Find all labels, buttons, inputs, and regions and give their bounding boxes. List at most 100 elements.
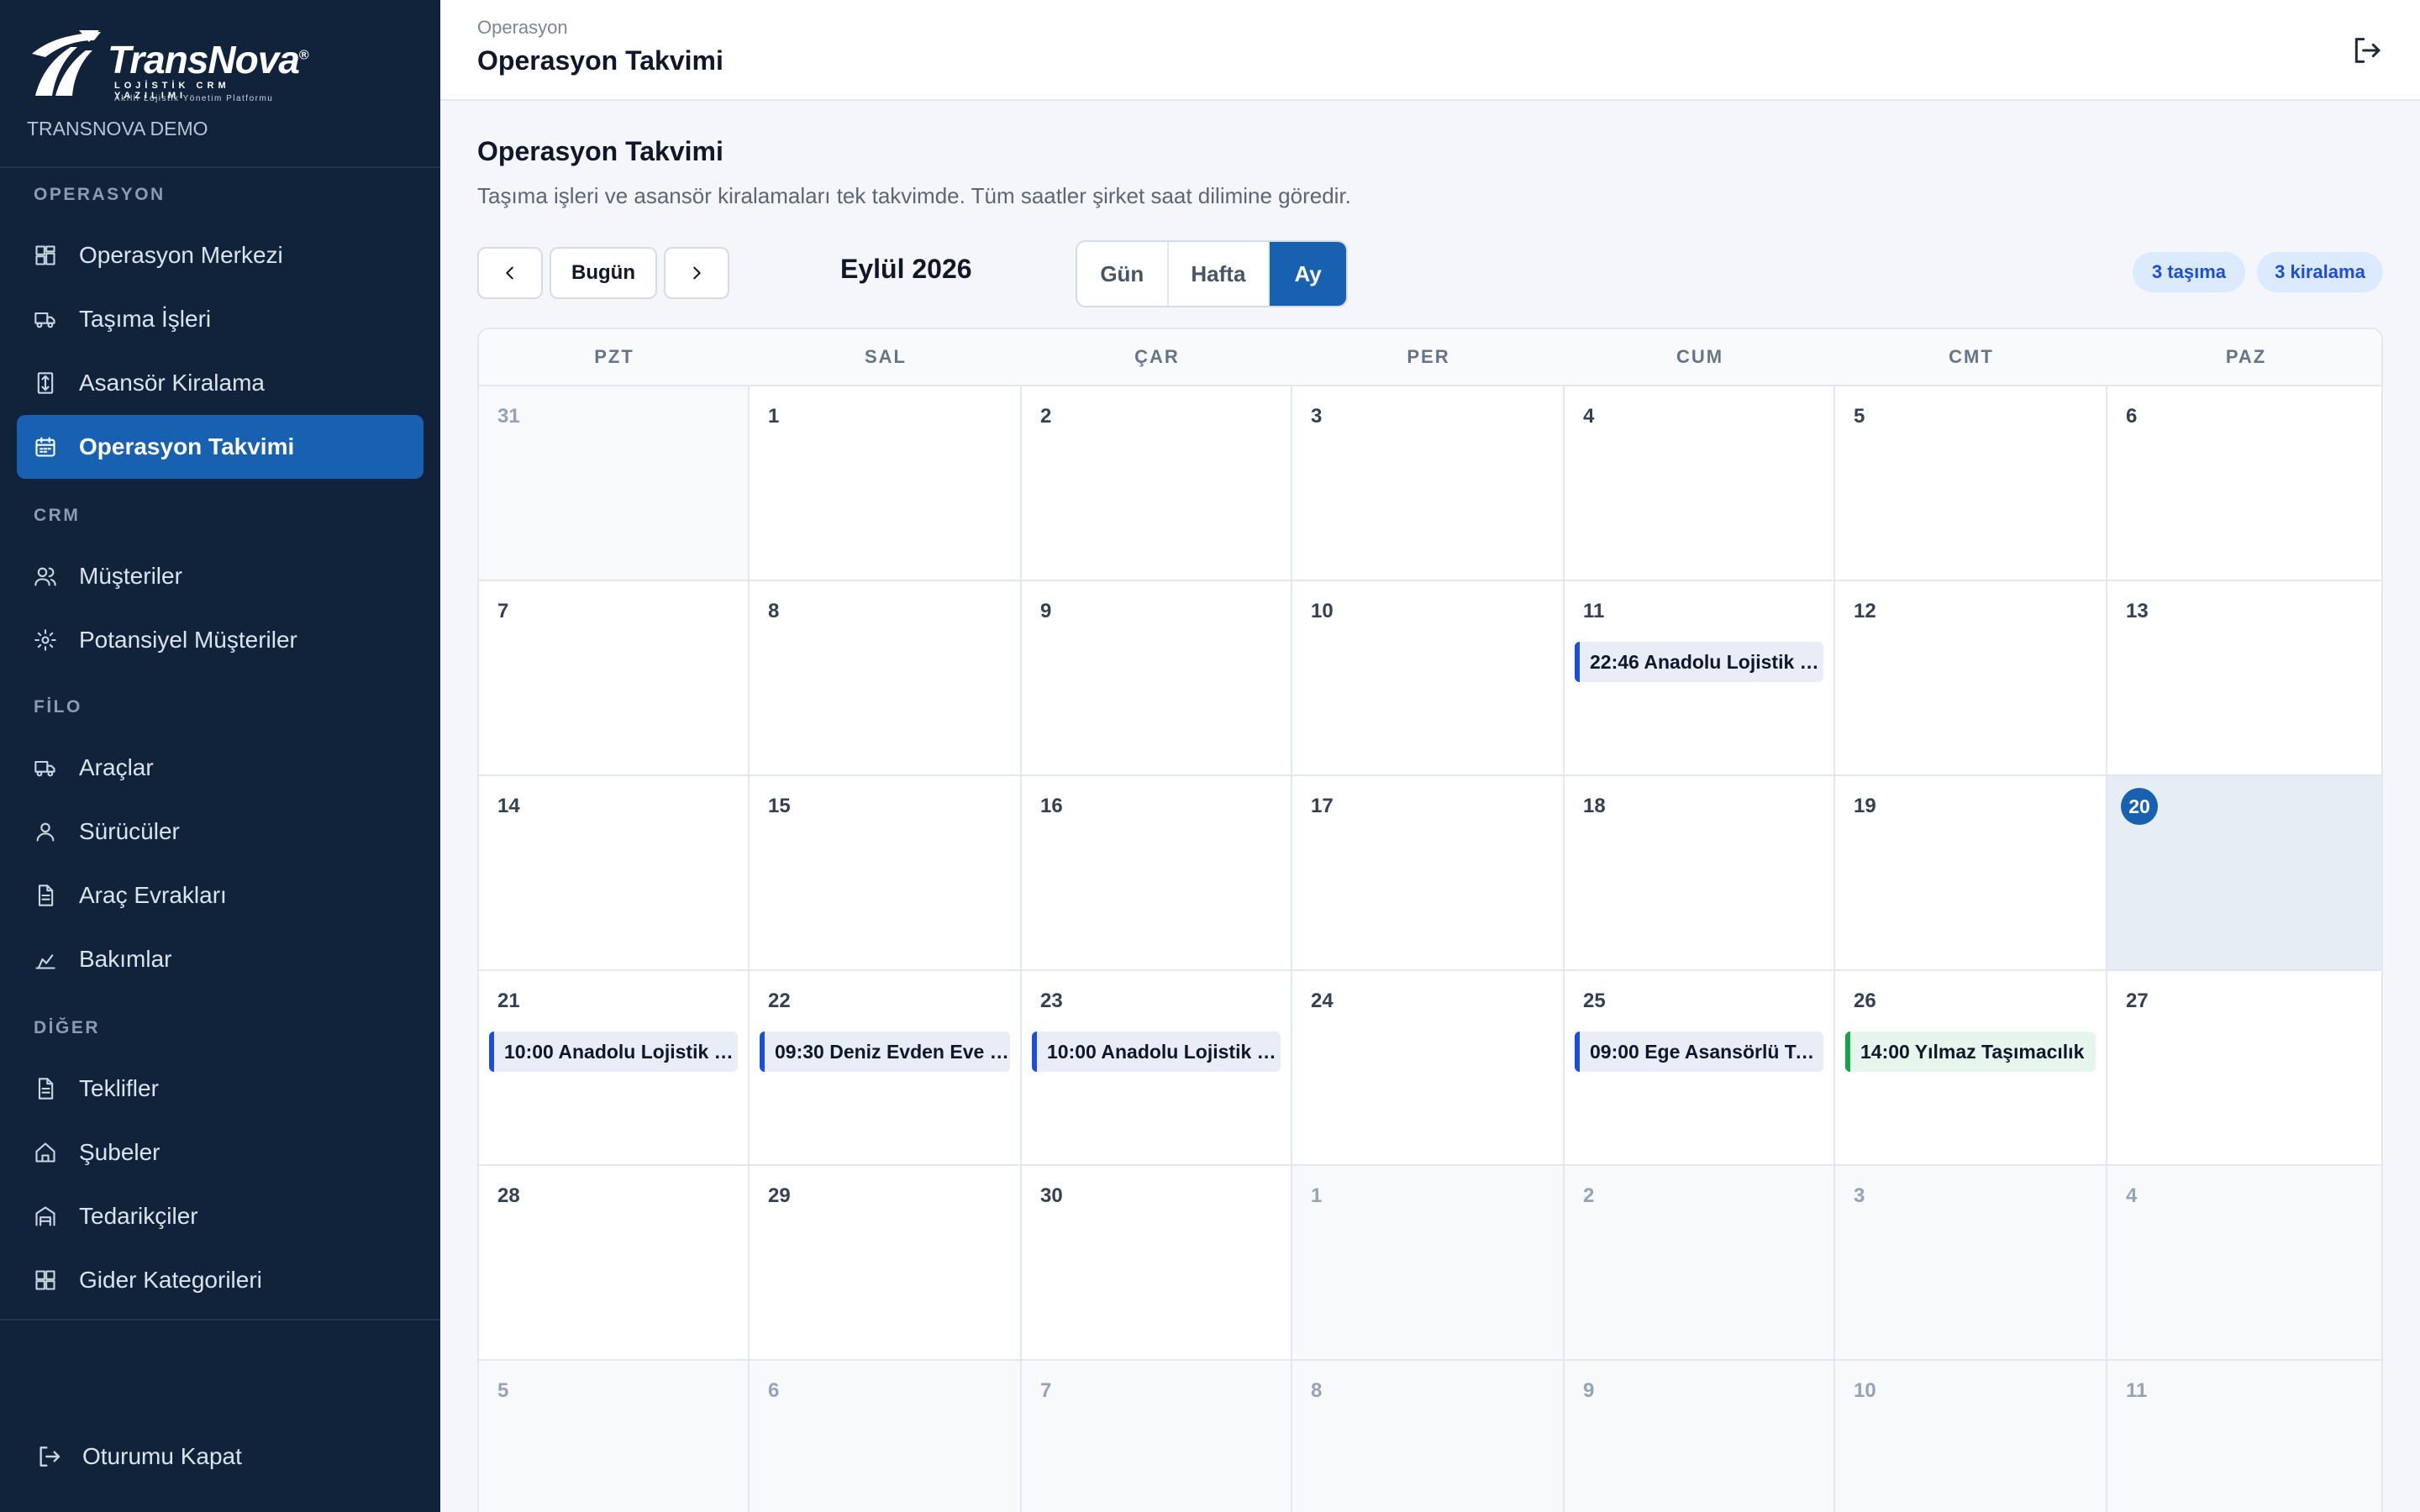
day-number: 14: [497, 795, 520, 817]
calendar-day-cell[interactable]: 21 10:00 Anadolu Lojistik Nakliyat: [479, 971, 750, 1166]
sidebar-item-taşıma-i-şleri[interactable]: Taşıma İşleri: [17, 287, 424, 351]
sidebar-item-müşteriler[interactable]: Müşteriler: [17, 544, 424, 608]
calendar-day-cell[interactable]: 18: [1565, 776, 1835, 971]
calendar-day-cell[interactable]: 19: [1835, 776, 2107, 971]
calendar-day-cell[interactable]: 20: [2107, 776, 2381, 971]
sidebar-item-operasyon-takvimi[interactable]: Operasyon Takvimi: [17, 415, 424, 479]
calendar-day-cell[interactable]: 9: [1565, 1361, 1835, 1512]
calendar-day-cell[interactable]: 1: [750, 386, 1022, 581]
calendar-day-cell[interactable]: 29: [750, 1166, 1022, 1361]
calendar-day-cell[interactable]: 16: [1022, 776, 1292, 971]
transport-event[interactable]: 10:00 Anadolu Lojistik Nakliyat: [1032, 1032, 1281, 1072]
calendar-day-cell[interactable]: 26 14:00 Yılmaz Taşımacılık: [1835, 971, 2107, 1166]
calendar-day-cell[interactable]: 23 10:00 Anadolu Lojistik Nakliyat: [1022, 971, 1292, 1166]
top-bar: Operasyon Operasyon Takvimi: [440, 0, 2420, 101]
day-number: 28: [497, 1184, 520, 1207]
logout-button[interactable]: Oturumu Kapat: [17, 1425, 424, 1488]
view-day-button[interactable]: Gün: [1077, 242, 1169, 306]
truck-icon: [34, 312, 55, 328]
weekday-header: PZT: [479, 329, 750, 385]
sidebar-item-tedarikçiler[interactable]: Tedarikçiler: [17, 1184, 424, 1248]
breadcrumb[interactable]: Operasyon: [477, 17, 568, 39]
sidebar-item-label: Teklifler: [79, 1075, 159, 1101]
day-number: 3: [1854, 1184, 1865, 1207]
calendar-day-cell[interactable]: 10: [1835, 1361, 2107, 1512]
calendar-day-cell[interactable]: 17: [1292, 776, 1565, 971]
document-icon: [38, 885, 54, 906]
today-button[interactable]: Bugün: [550, 247, 657, 299]
calendar-day-cell[interactable]: 3: [1835, 1166, 2107, 1361]
sidebar-item-araçlar[interactable]: Araçlar: [17, 736, 424, 800]
weekday-header: PER: [1292, 329, 1565, 385]
weekday-header: ÇAR: [1022, 329, 1292, 385]
day-number: 10: [1311, 600, 1334, 622]
sidebar-item-operasyon-merkezi[interactable]: Operasyon Merkezi: [17, 223, 424, 287]
transport-event[interactable]: 09:00 Ege Asansörlü Taşımacılık: [1575, 1032, 1823, 1072]
sidebar-item-şubeler[interactable]: Şubeler: [17, 1121, 424, 1184]
next-month-button[interactable]: [664, 247, 729, 299]
calendar-day-cell[interactable]: 24: [1292, 971, 1565, 1166]
transport-event[interactable]: 09:30 Deniz Evden Eve Nakliyat: [760, 1032, 1010, 1072]
calendar-day-cell[interactable]: 13: [2107, 581, 2381, 776]
day-number: 11: [2126, 1379, 2148, 1402]
calendar-day-cell[interactable]: 8: [750, 581, 1022, 776]
calendar-day-cell[interactable]: 27: [2107, 971, 2381, 1166]
sidebar-item-label: Gider Kategorileri: [79, 1267, 262, 1293]
calendar-day-cell[interactable]: 11 22:46 Anadolu Lojistik Nakliyat: [1565, 581, 1835, 776]
transport-event[interactable]: 10:00 Anadolu Lojistik Nakliyat: [489, 1032, 738, 1072]
sidebar-item-teklifler[interactable]: Teklifler: [17, 1057, 424, 1121]
calendar-day-cell[interactable]: 2: [1022, 386, 1292, 581]
users-icon: [34, 567, 56, 586]
calendar-day-cell[interactable]: 8: [1292, 1361, 1565, 1512]
calendar-subtitle: Taşıma işleri ve asansör kiralamaları te…: [477, 183, 1351, 208]
transport-event[interactable]: 22:46 Anadolu Lojistik Nakliyat: [1575, 642, 1823, 682]
calendar-day-cell[interactable]: 9: [1022, 581, 1292, 776]
day-number: 17: [1311, 795, 1334, 817]
day-number: 12: [1854, 600, 1876, 622]
sidebar-item-gider-kategorileri[interactable]: Gider Kategorileri: [17, 1248, 424, 1312]
calendar-day-cell[interactable]: 31: [479, 386, 750, 581]
day-number: 8: [1311, 1379, 1323, 1402]
calendar-day-cell[interactable]: 28: [479, 1166, 750, 1361]
calendar-day-cell[interactable]: 6: [2107, 386, 2381, 581]
sidebar-item-label: Tedarikçiler: [79, 1203, 198, 1229]
calendar-day-cell[interactable]: 1: [1292, 1166, 1565, 1361]
calendar-day-cell[interactable]: 10: [1292, 581, 1565, 776]
sidebar-item-bakımlar[interactable]: Bakımlar: [17, 927, 424, 991]
view-week-button[interactable]: Hafta: [1169, 242, 1270, 306]
sidebar-item-potansiyel-müşteriler[interactable]: Potansiyel Müşteriler: [17, 608, 424, 672]
calendar-day-cell[interactable]: 4: [1565, 386, 1835, 581]
sidebar-item-label: Potansiyel Müşteriler: [79, 627, 297, 653]
prev-month-button[interactable]: [477, 247, 543, 299]
calendar-day-cell[interactable]: 22 09:30 Deniz Evden Eve Nakliyat: [750, 971, 1022, 1166]
sign-out-icon[interactable]: [2349, 34, 2383, 67]
brand-logo[interactable]: TransNova® LOJİSTİK CRM YAZILIMI Akıllı …: [27, 29, 309, 103]
sidebar-item-label: Araçlar: [79, 754, 154, 780]
calendar-day-cell[interactable]: 11: [2107, 1361, 2381, 1512]
view-month-button[interactable]: Ay: [1270, 242, 1346, 306]
calendar-day-cell[interactable]: 6: [750, 1361, 1022, 1512]
calendar-day-cell[interactable]: 5: [479, 1361, 750, 1512]
chevron-right-icon: [693, 266, 701, 280]
calendar-day-cell[interactable]: 7: [479, 581, 750, 776]
calendar-day-cell[interactable]: 25 09:00 Ege Asansörlü Taşımacılık: [1565, 971, 1835, 1166]
truck-icon: [34, 760, 55, 777]
calendar-day-cell[interactable]: 12: [1835, 581, 2107, 776]
sidebar-section-title: OPERASYON: [34, 185, 166, 204]
calendar-day-cell[interactable]: 15: [750, 776, 1022, 971]
elevator-icon: [37, 372, 54, 394]
sidebar-item-sürücüler[interactable]: Sürücüler: [17, 800, 424, 864]
calendar-day-cell[interactable]: 2: [1565, 1166, 1835, 1361]
sidebar-item-asansör-kiralama[interactable]: Asansör Kiralama: [17, 351, 424, 415]
calendar-day-cell[interactable]: 30: [1022, 1166, 1292, 1361]
rental-event[interactable]: 14:00 Yılmaz Taşımacılık: [1845, 1032, 2096, 1072]
calendar-day-cell[interactable]: 7: [1022, 1361, 1292, 1512]
day-number: 1: [1311, 1184, 1323, 1207]
calendar-day-cell[interactable]: 5: [1835, 386, 2107, 581]
calendar-day-cell[interactable]: 4: [2107, 1166, 2381, 1361]
calendar-day-cell[interactable]: 14: [479, 776, 750, 971]
day-number: 25: [1583, 990, 1606, 1012]
day-number: 21: [497, 990, 520, 1012]
calendar-day-cell[interactable]: 3: [1292, 386, 1565, 581]
sidebar-item-araç-evrakları[interactable]: Araç Evrakları: [17, 864, 424, 927]
